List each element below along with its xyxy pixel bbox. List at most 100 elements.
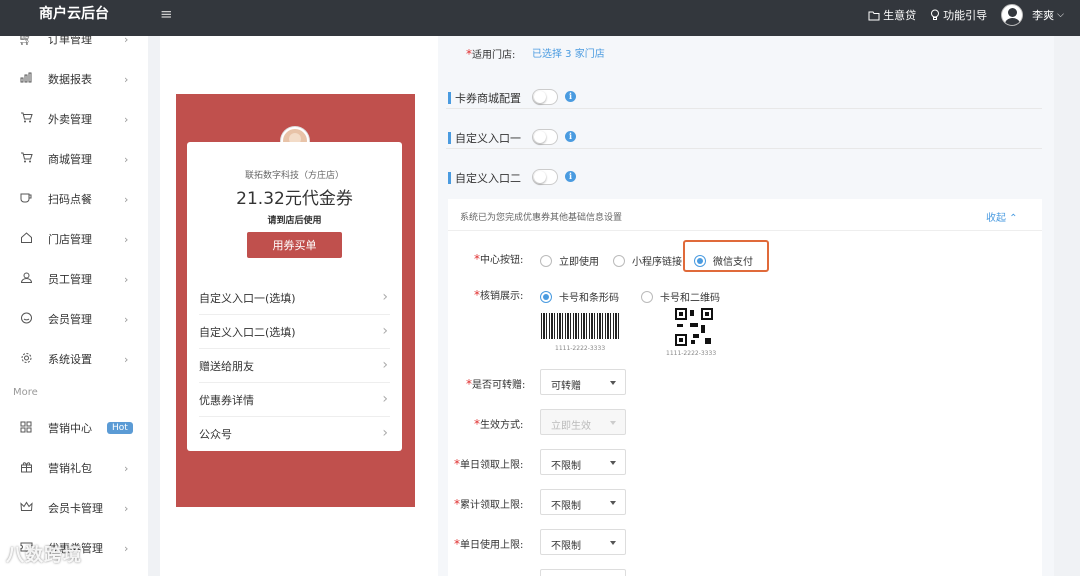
panel-header-text: 系统已为您完成优惠券其他基础信息设置 [460, 213, 623, 223]
user-menu[interactable]: 李爽 ⌵ [1001, 4, 1064, 26]
sidebar-item-label: 营销中心 [48, 422, 92, 435]
sidebar-item-label: 员工管理 [48, 273, 92, 286]
sidebar-item-label: 外卖管理 [48, 113, 92, 126]
chevron-right-icon: › [382, 289, 388, 305]
card-row-custom-entry-1[interactable]: 自定义入口一(选填) › [199, 281, 390, 315]
effect-mode-label: *生效方式: [474, 417, 524, 431]
chevron-right-icon: › [382, 391, 388, 407]
custom-entry-1-toggle[interactable] [532, 129, 558, 145]
guide-label: 功能引导 [943, 9, 988, 22]
user-name: 李爽 [1032, 9, 1055, 22]
verify-option-qrcode[interactable]: 卡号和二维码 [641, 289, 720, 304]
stores-value-link[interactable]: 已选择 3 家门店 [532, 45, 605, 60]
chevron-right-icon: › [124, 352, 129, 366]
collapse-button[interactable]: 收起 ⌃ [986, 209, 1018, 224]
coupon-title: 21.32元代金券 [236, 189, 353, 209]
sidebar-item-member-card[interactable]: 会员卡管理 › [0, 497, 148, 519]
radio-dot [641, 290, 653, 303]
divider [446, 108, 1042, 109]
next-limit-select[interactable] [540, 569, 626, 576]
stores-label: *适用门店: [466, 47, 516, 61]
store-name: 联拓数字科技（方庄店） [244, 171, 344, 181]
info-icon[interactable]: i [565, 171, 576, 182]
loan-label: 生意贷 [883, 9, 917, 22]
sidebar-item-gift-pack[interactable]: 营销礼包 › [0, 457, 148, 479]
info-icon[interactable]: i [565, 131, 576, 142]
gift-icon [18, 461, 34, 476]
card-row-official-account[interactable]: 公众号 › [199, 417, 390, 451]
sidebar-item-mall[interactable]: 商城管理 › [0, 148, 148, 170]
chevron-right-icon: › [124, 272, 129, 286]
card-row-gift-friend[interactable]: 赠送给朋友 › [199, 349, 390, 383]
top-bar: 商户云后台 ≡ 生意贷 功能引导 李爽 ⌵ [0, 0, 1080, 36]
section-custom-entry-2: 自定义入口二 [448, 170, 521, 186]
custom-entry-2-toggle[interactable] [532, 169, 558, 185]
qrcode-image [675, 308, 713, 346]
sidebar-item-members[interactable]: 会员管理 › [0, 308, 148, 330]
sidebar-item-label: 订单管理 [48, 36, 92, 46]
info-icon[interactable]: i [565, 91, 576, 102]
sidebar-item-label: 数据报表 [48, 73, 92, 86]
card-row-label: 赠送给朋友 [199, 359, 254, 373]
chevron-right-icon: › [124, 461, 129, 475]
chevron-right-icon: › [382, 425, 388, 441]
use-coupon-button[interactable]: 用券买单 [247, 232, 342, 258]
card-mall-toggle[interactable] [532, 89, 558, 105]
qrcode-number: 1111-2222-3333 [666, 350, 717, 357]
sidebar-item-marketing[interactable]: 营销中心 Hot [0, 417, 148, 439]
coupon-preview: 联拓数字科技（方庄店） 21.32元代金券 请到店后使用 用券买单 自定义入口一… [176, 94, 415, 507]
card-row-label: 公众号 [199, 428, 232, 441]
sidebar-item-orders[interactable]: 🛒︎ 订单管理 › [0, 36, 148, 50]
daily-use-limit-select[interactable]: 不限制 [540, 529, 626, 555]
card-row-custom-entry-2[interactable]: 自定义入口二(选填) › [199, 315, 390, 349]
lightbulb-icon [931, 9, 940, 20]
guide-link[interactable]: 功能引导 [930, 7, 987, 23]
sidebar-item-label: 会员管理 [48, 313, 92, 326]
card-row-coupon-detail[interactable]: 优惠券详情 › [199, 383, 390, 417]
menu-toggle-icon[interactable]: ≡ [160, 5, 173, 23]
effect-mode-select[interactable]: 立即生效 [540, 409, 626, 435]
caret-down-icon [610, 421, 616, 425]
sidebar-item-scan-order[interactable]: 扫码点餐 › [0, 188, 148, 210]
sidebar-item-label: 门店管理 [48, 233, 92, 246]
verify-display-label: *核销展示: [474, 288, 524, 302]
cart-icon [18, 112, 34, 126]
center-option-mini-program[interactable]: 小程序链接 [613, 253, 682, 268]
sidebar-item-takeout[interactable]: 外卖管理 › [0, 108, 148, 130]
radio-dot-selected [540, 290, 552, 303]
caret-down-icon [610, 461, 616, 465]
sidebar-item-settings[interactable]: 系统设置 › [0, 348, 148, 370]
sidebar-more-label: More [13, 387, 38, 398]
transfer-select[interactable]: 可转赠 [540, 369, 626, 395]
loan-link[interactable]: 生意贷 [868, 7, 916, 23]
section-custom-entry-1: 自定义入口一 [448, 130, 521, 146]
chevron-right-icon: › [124, 232, 129, 246]
sidebar-item-stores[interactable]: 门店管理 › [0, 228, 148, 250]
chevron-right-icon: › [124, 152, 129, 166]
sidebar-item-staff[interactable]: 员工管理 › [0, 268, 148, 290]
chevron-right-icon: › [124, 72, 129, 86]
chevron-right-icon: › [124, 541, 129, 555]
chevron-right-icon: › [124, 112, 129, 126]
chevron-right-icon: › [382, 323, 388, 339]
verify-option-barcode[interactable]: 卡号和条形码 [540, 289, 619, 304]
sidebar-item-reports[interactable]: 数据报表 › [0, 68, 148, 90]
chevron-down-icon: ⌵ [1057, 10, 1064, 20]
transfer-label: *是否可转赠: [466, 377, 526, 391]
smile-icon [18, 312, 34, 327]
bar-chart-icon [18, 72, 34, 86]
section-card-mall: 卡券商城配置 [448, 90, 521, 106]
total-get-limit-select[interactable]: 不限制 [540, 489, 626, 515]
radio-dot [540, 254, 552, 267]
center-option-use-now[interactable]: 立即使用 [540, 253, 599, 268]
daily-get-limit-select[interactable]: 不限制 [540, 449, 626, 475]
top-right-menu: 生意贷 功能引导 李爽 ⌵ [868, 0, 1064, 30]
caret-down-icon [610, 501, 616, 505]
cup-icon [18, 192, 34, 206]
card-row-label: 自定义入口一(选填) [199, 291, 296, 305]
chevron-right-icon: › [124, 312, 129, 326]
chevron-right-icon: › [124, 36, 129, 46]
card-row-label: 自定义入口二(选填) [199, 325, 296, 339]
main-content: 联拓数字科技（方庄店） 21.32元代金券 请到店后使用 用券买单 自定义入口一… [160, 36, 1054, 576]
sidebar-item-label: 营销礼包 [48, 462, 92, 475]
